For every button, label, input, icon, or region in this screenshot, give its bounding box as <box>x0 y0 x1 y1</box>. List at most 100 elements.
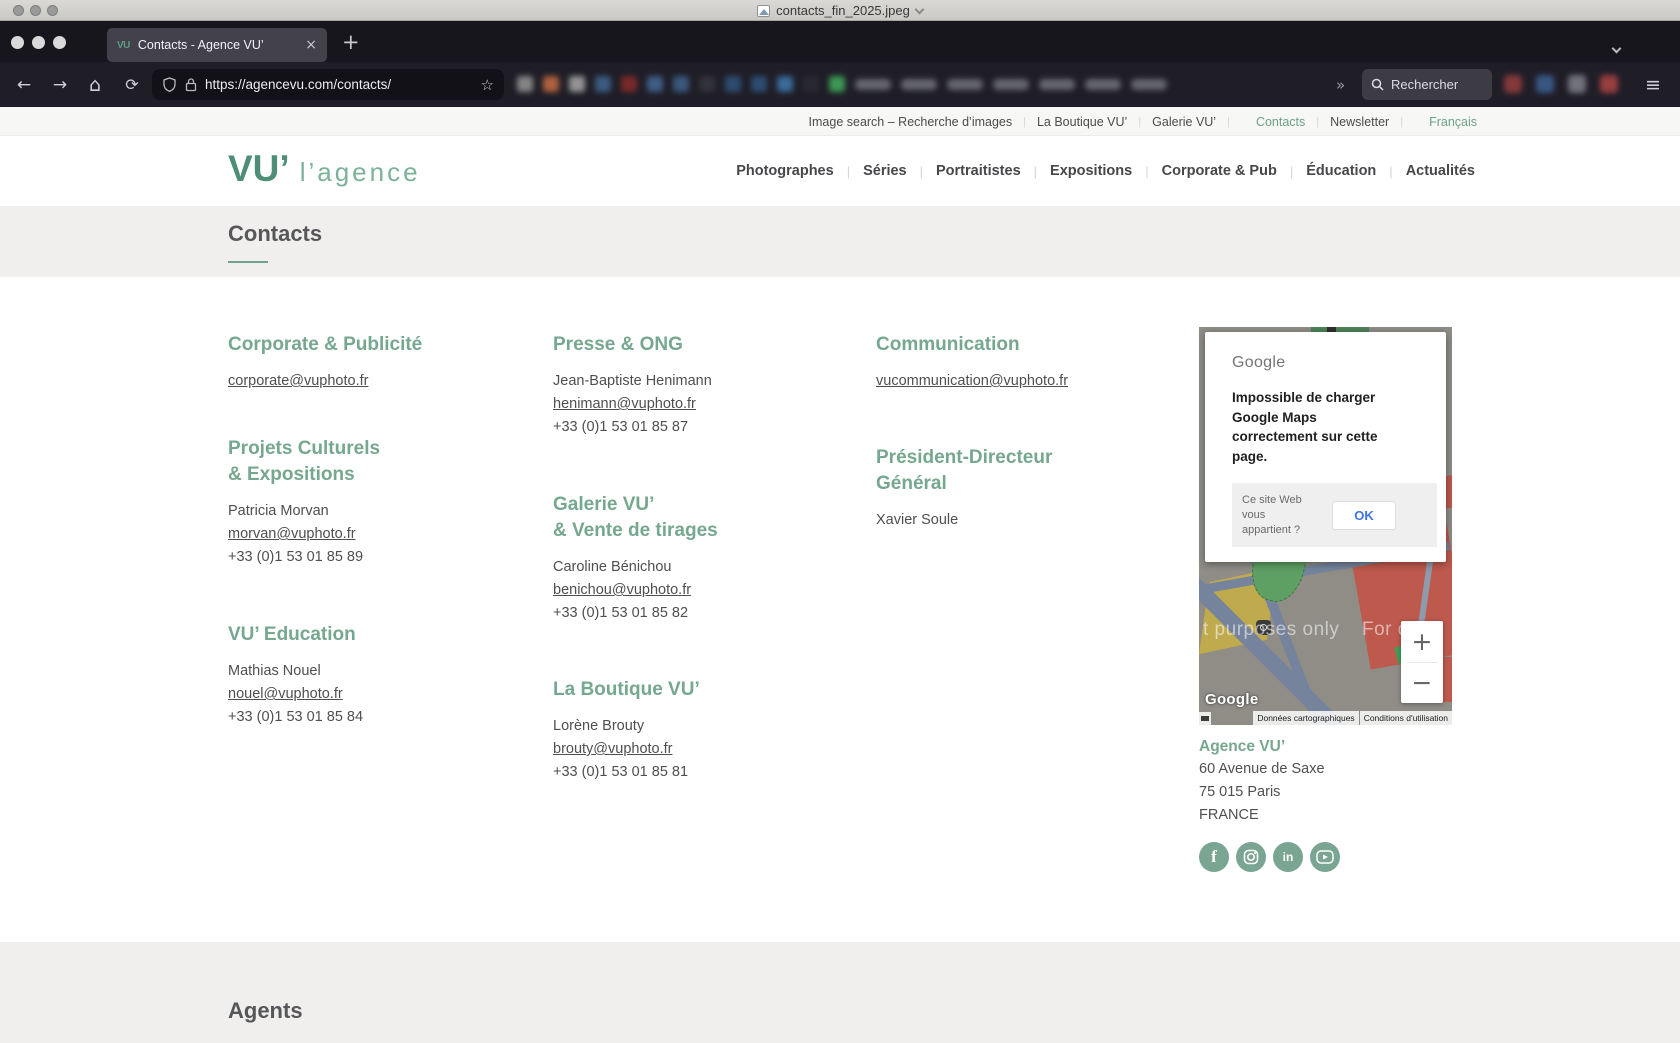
contact-section-communication: Communication vucommunication@vuphoto.fr <box>876 332 1196 393</box>
nav-photographes[interactable]: Photographes <box>723 163 846 179</box>
window-title: contacts_fin_2025.jpeg <box>776 3 910 18</box>
nav-expositions[interactable]: Expositions <box>1037 163 1145 179</box>
email-link[interactable]: corporate@vuphoto.fr <box>228 370 528 393</box>
page-title-band: Contacts <box>0 206 1680 277</box>
extension-icons[interactable] <box>1504 75 1618 93</box>
zoom-in-button[interactable]: + <box>1401 621 1443 662</box>
utility-link-galerie[interactable]: Galerie VU’ <box>1141 115 1227 129</box>
browser-window: contacts_fin_2025.jpeg VU Contacts - Age… <box>0 0 1680 1043</box>
new-tab-button[interactable]: + <box>342 30 360 54</box>
owner-question: Ce site Web vous appartient ? <box>1242 493 1302 536</box>
ok-button[interactable]: OK <box>1332 500 1396 530</box>
contact-phone: +33 (0)1 53 01 85 84 <box>228 709 364 725</box>
contact-section-projets-culturels: Projets Culturels & Expositions Patricia… <box>228 436 528 569</box>
agency-name: Agence VU’ <box>1199 738 1286 755</box>
section-heading: VU’ Education <box>228 624 356 645</box>
nav-education[interactable]: Éducation <box>1293 163 1389 179</box>
contact-section-corporate: Corporate & Publicité corporate@vuphoto.… <box>228 332 528 393</box>
linkedin-icon[interactable]: in <box>1273 842 1303 872</box>
keyboard-shortcuts-icon[interactable] <box>1199 712 1211 725</box>
section-heading: Corporate & Publicité <box>228 334 423 355</box>
agents-title: Agents <box>228 998 303 1023</box>
reload-button[interactable]: ⟳ <box>117 62 147 107</box>
section-heading: Président-Directeur Général <box>876 447 1053 494</box>
address-line: FRANCE <box>1199 807 1259 823</box>
browser-zoom-button[interactable] <box>53 36 66 49</box>
browser-close-button[interactable] <box>11 36 24 49</box>
utility-link-contacts[interactable]: Contacts <box>1230 115 1316 129</box>
zoom-out-button[interactable]: − <box>1401 663 1443 704</box>
section-heading: Galerie VU’ & Vente de tirages <box>553 494 718 541</box>
contact-section-galerie: Galerie VU’ & Vente de tirages Caroline … <box>553 492 853 625</box>
tab-overflow-chevron-icon[interactable] <box>1611 39 1622 57</box>
url-bar[interactable]: https://agencevu.com/contacts/ ☆ <box>152 69 504 100</box>
instagram-icon[interactable] <box>1236 842 1266 872</box>
site-header: VU’ l’agence Photographes | Séries | Por… <box>0 136 1680 206</box>
logo-text: l’agence <box>299 157 421 187</box>
tab-favicon-vu: VU <box>117 39 130 51</box>
agency-address: Agence VU’ 60 Avenue de Saxe 75 015 Pari… <box>1199 735 1325 827</box>
lock-icon[interactable] <box>185 77 197 92</box>
contact-phone: +33 (0)1 53 01 85 81 <box>553 764 689 780</box>
email-link[interactable]: morvan@vuphoto.fr <box>228 523 528 546</box>
email-link[interactable]: nouel@vuphoto.fr <box>228 683 528 706</box>
browser-toolbar: ← → ⌂ ⟳ https://agencevu.com/contacts/ ☆… <box>0 62 1680 107</box>
address-line: 75 015 Paris <box>1199 784 1281 800</box>
google-map-embed[interactable]: Av. t purposes only For deve + − Google … <box>1199 327 1452 725</box>
contact-name: Xavier Soule <box>876 512 959 528</box>
contact-section-presse: Presse & ONG Jean-Baptiste Henimann heni… <box>553 332 853 439</box>
google-maps-logo[interactable]: Google <box>1205 691 1258 708</box>
search-bar[interactable]: Rechercher <box>1362 69 1492 100</box>
utility-link-language[interactable]: Français <box>1403 115 1488 129</box>
bookmarks-bar[interactable] <box>517 74 1167 94</box>
contact-name: Patricia Morvan <box>228 503 329 519</box>
logo-mark: VU’ <box>228 148 290 189</box>
youtube-icon[interactable] <box>1310 842 1340 872</box>
bookmarks-overflow-button[interactable]: » <box>1336 62 1345 107</box>
email-link[interactable]: vucommunication@vuphoto.fr <box>876 370 1196 393</box>
email-link[interactable]: henimann@vuphoto.fr <box>553 393 853 416</box>
utility-link-image-search[interactable]: Image search – Recherche d’images <box>798 115 1024 129</box>
hamburger-menu-icon[interactable]: ≡ <box>1645 62 1661 107</box>
error-detail-box: Ce site Web vous appartient ? OK <box>1232 483 1437 547</box>
tab-close-icon[interactable]: × <box>305 37 317 53</box>
url-input[interactable]: https://agencevu.com/contacts/ <box>205 77 473 92</box>
contacts-content: Corporate & Publicité corporate@vuphoto.… <box>0 277 1680 942</box>
email-link[interactable]: benichou@vuphoto.fr <box>553 579 853 602</box>
social-links: f in <box>1199 842 1340 872</box>
nav-series[interactable]: Séries <box>850 163 920 179</box>
search-input[interactable]: Rechercher <box>1391 77 1458 92</box>
terms-link[interactable]: Conditions d'utilisation <box>1359 711 1452 725</box>
facebook-icon[interactable]: f <box>1199 842 1229 872</box>
magnifier-icon <box>1371 78 1384 91</box>
address-line: 60 Avenue de Saxe <box>1199 761 1325 777</box>
contact-name: Lorène Brouty <box>553 718 645 734</box>
titlebar-chevron-down-icon[interactable] <box>914 4 925 14</box>
nav-corporate[interactable]: Corporate & Pub <box>1149 163 1290 179</box>
utility-link-boutique[interactable]: La Boutique VU’ <box>1026 115 1138 129</box>
browser-minimize-button[interactable] <box>32 36 45 49</box>
contact-name: Mathias Nouel <box>228 663 321 679</box>
contact-phone: +33 (0)1 53 01 85 82 <box>553 605 689 621</box>
forward-button[interactable]: → <box>45 62 75 107</box>
browser-tab[interactable]: VU Contacts - Agence VU’ × <box>107 28 327 62</box>
nav-actualites[interactable]: Actualités <box>1393 163 1488 179</box>
agents-section-band: Agents <box>0 942 1680 1043</box>
tracking-shield-icon[interactable] <box>162 76 177 93</box>
map-data-link[interactable]: Données cartographiques <box>1253 711 1359 725</box>
contact-name: Caroline Bénichou <box>553 559 672 575</box>
bookmark-star-icon[interactable]: ☆ <box>481 76 494 94</box>
google-maps-error-dialog: Google Impossible de charger Google Maps… <box>1205 332 1446 562</box>
home-button[interactable]: ⌂ <box>80 62 110 107</box>
email-link[interactable]: brouty@vuphoto.fr <box>553 738 853 761</box>
utility-link-newsletter[interactable]: Newsletter <box>1319 115 1400 129</box>
contact-name: Jean-Baptiste Henimann <box>553 373 712 389</box>
browser-tab-bar: VU Contacts - Agence VU’ × + <box>0 21 1680 62</box>
nav-portraitistes[interactable]: Portraitistes <box>923 163 1034 179</box>
google-logo: Google <box>1232 354 1286 371</box>
back-button[interactable]: ← <box>9 62 39 107</box>
window-titlebar: contacts_fin_2025.jpeg <box>0 0 1680 21</box>
site-logo[interactable]: VU’ l’agence <box>228 148 421 190</box>
map-zoom-control: + − <box>1401 621 1443 703</box>
contact-section-vu-education: VU’ Education Mathias Nouel nouel@vuphot… <box>228 622 528 729</box>
